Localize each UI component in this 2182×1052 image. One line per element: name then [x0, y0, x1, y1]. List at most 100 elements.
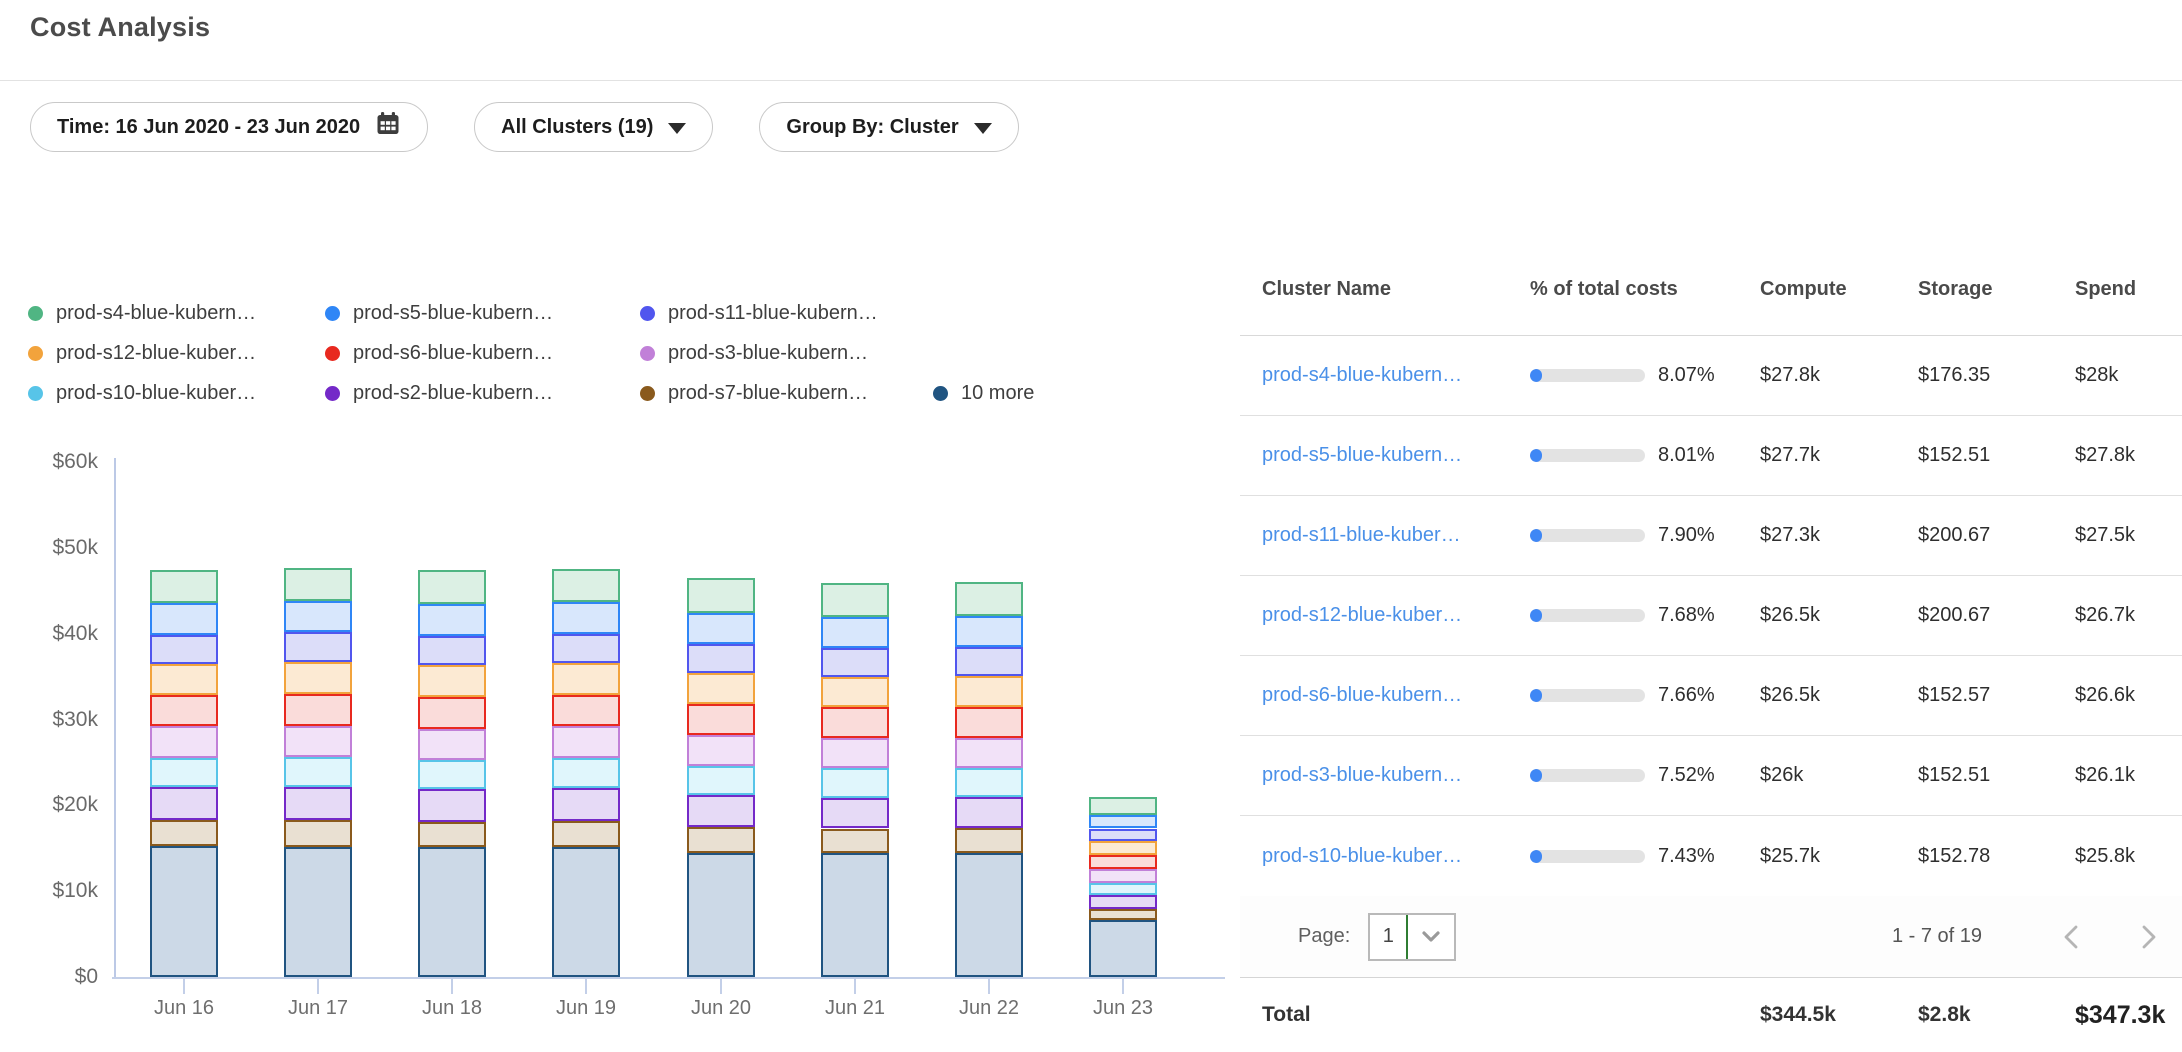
- bar-segment[interactable]: [687, 827, 755, 853]
- bar-segment[interactable]: [284, 820, 352, 847]
- bar-segment[interactable]: [418, 760, 486, 789]
- bar-segment[interactable]: [150, 603, 218, 635]
- cluster-name-link[interactable]: prod-s3-blue-kubern…: [1262, 764, 1530, 787]
- legend-item[interactable]: prod-s12-blue-kuber…: [28, 342, 325, 365]
- bar-segment[interactable]: [1089, 920, 1157, 977]
- bar-segment[interactable]: [687, 795, 755, 827]
- legend-item[interactable]: prod-s2-blue-kubern…: [325, 382, 640, 405]
- legend-item[interactable]: prod-s3-blue-kubern…: [640, 342, 933, 365]
- bar-segment[interactable]: [955, 738, 1023, 768]
- bar-segment[interactable]: [1089, 829, 1157, 842]
- bar-segment[interactable]: [552, 726, 620, 758]
- bar-segment[interactable]: [687, 578, 755, 613]
- chevron-right-icon[interactable]: [2138, 922, 2160, 952]
- bar-segment[interactable]: [955, 797, 1023, 828]
- bar-segment[interactable]: [418, 570, 486, 604]
- bar-segment[interactable]: [552, 634, 620, 663]
- bar-segment[interactable]: [955, 676, 1023, 707]
- bar-segment[interactable]: [1089, 883, 1157, 896]
- bar-segment[interactable]: [284, 568, 352, 601]
- bar-segment[interactable]: [552, 847, 620, 977]
- cluster-name-link[interactable]: prod-s12-blue-kuber…: [1262, 604, 1530, 627]
- bar-segment[interactable]: [418, 697, 486, 729]
- bar-segment[interactable]: [418, 636, 486, 665]
- bar-segment[interactable]: [955, 707, 1023, 738]
- bar-segment[interactable]: [150, 664, 218, 696]
- bar-segment[interactable]: [687, 704, 755, 735]
- bar-segment[interactable]: [150, 758, 218, 787]
- legend-item[interactable]: prod-s5-blue-kubern…: [325, 302, 640, 325]
- legend-item[interactable]: prod-s10-blue-kuber…: [28, 382, 325, 405]
- legend-item[interactable]: prod-s4-blue-kubern…: [28, 302, 325, 325]
- cluster-name-link[interactable]: prod-s6-blue-kubern…: [1262, 684, 1530, 707]
- bar-segment[interactable]: [955, 647, 1023, 676]
- cluster-name-link[interactable]: prod-s11-blue-kuber…: [1262, 524, 1530, 547]
- bar-segment[interactable]: [552, 788, 620, 821]
- bar-segment[interactable]: [1089, 797, 1157, 815]
- bar-segment[interactable]: [821, 707, 889, 738]
- page-select[interactable]: 1: [1368, 913, 1456, 961]
- bar-segment[interactable]: [552, 821, 620, 847]
- legend-item[interactable]: prod-s11-blue-kubern…: [640, 302, 933, 325]
- bar-segment[interactable]: [687, 766, 755, 795]
- bar-segment[interactable]: [150, 635, 218, 664]
- bar-segment[interactable]: [687, 673, 755, 704]
- cluster-name-link[interactable]: prod-s10-blue-kuber…: [1262, 845, 1530, 868]
- bar-segment[interactable]: [284, 662, 352, 694]
- bar-segment[interactable]: [552, 758, 620, 788]
- bar-segment[interactable]: [687, 735, 755, 766]
- bar-segment[interactable]: [821, 583, 889, 617]
- bar-segment[interactable]: [1089, 895, 1157, 909]
- bar-segment[interactable]: [150, 726, 218, 758]
- bar-segment[interactable]: [552, 663, 620, 695]
- bar-segment[interactable]: [552, 695, 620, 727]
- bar-segment[interactable]: [418, 847, 486, 977]
- bar-segment[interactable]: [418, 789, 486, 822]
- time-range-filter[interactable]: Time: 16 Jun 2020 - 23 Jun 2020: [30, 102, 428, 152]
- chevron-left-icon[interactable]: [2060, 922, 2082, 952]
- bar-segment[interactable]: [284, 601, 352, 632]
- bar-segment[interactable]: [821, 798, 889, 829]
- bar-segment[interactable]: [418, 822, 486, 848]
- bar-segment[interactable]: [418, 729, 486, 760]
- bar-segment[interactable]: [687, 613, 755, 644]
- bar-segment[interactable]: [955, 582, 1023, 615]
- bar-segment[interactable]: [150, 787, 218, 820]
- cluster-name-link[interactable]: prod-s4-blue-kubern…: [1262, 364, 1530, 387]
- bar-segment[interactable]: [821, 617, 889, 648]
- bar-segment[interactable]: [284, 847, 352, 977]
- bar-segment[interactable]: [284, 757, 352, 787]
- bar-segment[interactable]: [821, 677, 889, 708]
- bar-segment[interactable]: [821, 738, 889, 768]
- bar-segment[interactable]: [284, 694, 352, 726]
- bar-segment[interactable]: [1089, 909, 1157, 920]
- bar-segment[interactable]: [418, 665, 486, 697]
- bar-segment[interactable]: [1089, 841, 1157, 855]
- bar-segment[interactable]: [552, 602, 620, 634]
- bar-segment[interactable]: [955, 828, 1023, 853]
- bar-segment[interactable]: [150, 570, 218, 603]
- bar-segment[interactable]: [150, 820, 218, 846]
- bar-segment[interactable]: [821, 648, 889, 676]
- bar-segment[interactable]: [687, 853, 755, 977]
- clusters-filter-dropdown[interactable]: All Clusters (19): [474, 102, 713, 152]
- bar-segment[interactable]: [821, 829, 889, 854]
- bar-segment[interactable]: [821, 768, 889, 797]
- bar-segment[interactable]: [955, 853, 1023, 977]
- bar-segment[interactable]: [150, 846, 218, 977]
- bar-segment[interactable]: [284, 787, 352, 820]
- legend-item[interactable]: prod-s7-blue-kubern…: [640, 382, 933, 405]
- bar-segment[interactable]: [687, 644, 755, 673]
- legend-item[interactable]: 10 more: [933, 382, 1034, 405]
- bar-segment[interactable]: [1089, 815, 1157, 829]
- bar-segment[interactable]: [1089, 855, 1157, 869]
- group-by-dropdown[interactable]: Group By: Cluster: [759, 102, 1018, 152]
- bar-segment[interactable]: [1089, 869, 1157, 883]
- bar-segment[interactable]: [821, 853, 889, 977]
- bar-segment[interactable]: [552, 569, 620, 602]
- bar-segment[interactable]: [284, 632, 352, 662]
- bar-segment[interactable]: [418, 604, 486, 636]
- cluster-name-link[interactable]: prod-s5-blue-kubern…: [1262, 444, 1530, 467]
- bar-segment[interactable]: [284, 726, 352, 758]
- bar-segment[interactable]: [150, 695, 218, 726]
